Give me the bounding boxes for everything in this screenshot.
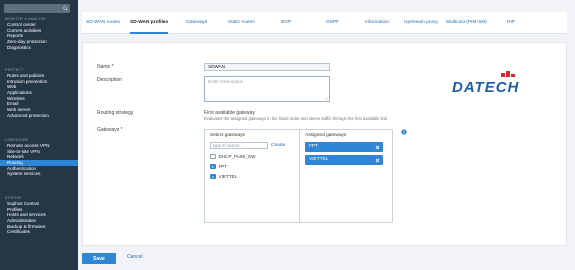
nav-section-protect: PROTECT Rules and policies Intrusion pre… <box>0 68 78 119</box>
nav-section-configure: CONFIGURE Remote access VPN Site-to-site… <box>0 138 78 177</box>
search-icon <box>63 6 68 11</box>
create-gateway-link[interactable]: Create <box>271 143 285 148</box>
sidebar-item-advanced-protection[interactable]: Advanced protection <box>0 113 78 119</box>
assigned-gateways-pane: Assigned gateways FPT VIETTEL <box>300 130 392 222</box>
checkbox[interactable] <box>210 153 216 159</box>
assigned-gateway-viettel: VIETTEL <box>305 155 383 165</box>
nav-section-monitor: MONITOR & ANALYZE Control center Current… <box>0 17 78 50</box>
tab-ospf[interactable]: OSPF <box>326 12 339 34</box>
tab-gateways[interactable]: Gateways <box>186 12 207 34</box>
description-placeholder: Enter Description <box>208 79 244 84</box>
nav-section-system: SYSTEM Sophos Central Profiles Hosts and… <box>0 196 78 235</box>
form-footer: Save Cancel <box>78 246 575 270</box>
name-label: Name * <box>97 64 114 70</box>
description-label: Description <box>97 77 123 83</box>
remove-icon[interactable] <box>375 158 380 163</box>
assigned-gateway-label: VIETTEL <box>309 157 329 162</box>
sidebar-item-certificates[interactable]: Certificates <box>0 229 78 235</box>
gateway-option-label: FPT <box>218 164 228 169</box>
datech-logo: DATECH <box>452 71 520 96</box>
select-gateways-pane: Select gateways type to search... Create… <box>205 130 300 222</box>
sidebar: MONITOR & ANALYZE Control center Current… <box>0 0 78 270</box>
assigned-gateways-title: Assigned gateways <box>305 133 347 138</box>
cancel-button[interactable]: Cancel <box>127 254 143 260</box>
assigned-gateway-label: FPT <box>309 144 319 149</box>
sidebar-item-diagnostics[interactable]: Diagnostics <box>0 45 78 51</box>
routing-strategy-help: Evaluates the assigned gateways in the l… <box>204 116 389 121</box>
tab-sd-wan-profiles[interactable]: SD-WAN profiles <box>130 12 169 34</box>
logo-text: DATECH <box>452 79 520 96</box>
tab-rip[interactable]: RIP <box>507 12 515 34</box>
sidebar-item-system-services[interactable]: System services <box>0 171 78 177</box>
tab-upstream-proxy[interactable]: Upstream proxy <box>404 12 438 34</box>
gateway-option-dhcp-port8-gw[interactable]: DHCP_Port8_GW <box>210 153 256 160</box>
routing-strategy-label: Routing strategy <box>97 110 134 116</box>
tab-information[interactable]: Information <box>365 12 389 34</box>
sd-wan-profile-form: Name * SDWAN Description Enter Descripti… <box>82 42 567 246</box>
select-gateways-title: Select gateways <box>210 133 245 138</box>
tab-sd-wan-routes[interactable]: SD-WAN routes <box>86 12 120 34</box>
check-icon <box>211 165 215 168</box>
sidebar-search-input[interactable] <box>4 4 70 13</box>
info-icon[interactable] <box>401 129 407 135</box>
gateway-search-input[interactable]: type to search... <box>210 142 268 149</box>
sidebar-search[interactable] <box>4 4 70 13</box>
check-icon <box>211 175 215 178</box>
gateway-option-fpt[interactable]: FPT <box>210 163 227 170</box>
resize-grip-icon[interactable] <box>324 96 328 100</box>
tab-multicast-pim-sm[interactable]: Multicast (PIM-SM) <box>446 12 487 34</box>
gateway-option-viettel[interactable]: VIETTEL <box>210 173 237 180</box>
assigned-gateway-fpt: FPT <box>305 142 383 152</box>
gateway-option-label: DHCP_Port8_GW <box>218 154 256 159</box>
gateways-label: Gateways * <box>97 127 123 133</box>
checkbox-checked[interactable] <box>210 163 216 169</box>
remove-icon[interactable] <box>375 145 380 150</box>
checkbox-checked[interactable] <box>210 173 216 179</box>
gateway-picker: Select gateways type to search... Create… <box>204 129 393 223</box>
tab-bar: SD-WAN routes SD-WAN profiles Gateways S… <box>82 12 567 34</box>
save-button[interactable]: Save <box>82 253 116 264</box>
tab-static-routes[interactable]: Static routes <box>228 12 255 34</box>
name-field[interactable]: SDWAN <box>204 63 330 71</box>
main-content: SD-WAN routes SD-WAN profiles Gateways S… <box>78 0 575 270</box>
description-field[interactable]: Enter Description <box>204 76 330 102</box>
gateway-option-label: VIETTEL <box>218 174 238 179</box>
tab-bgp[interactable]: BGP <box>281 12 291 34</box>
